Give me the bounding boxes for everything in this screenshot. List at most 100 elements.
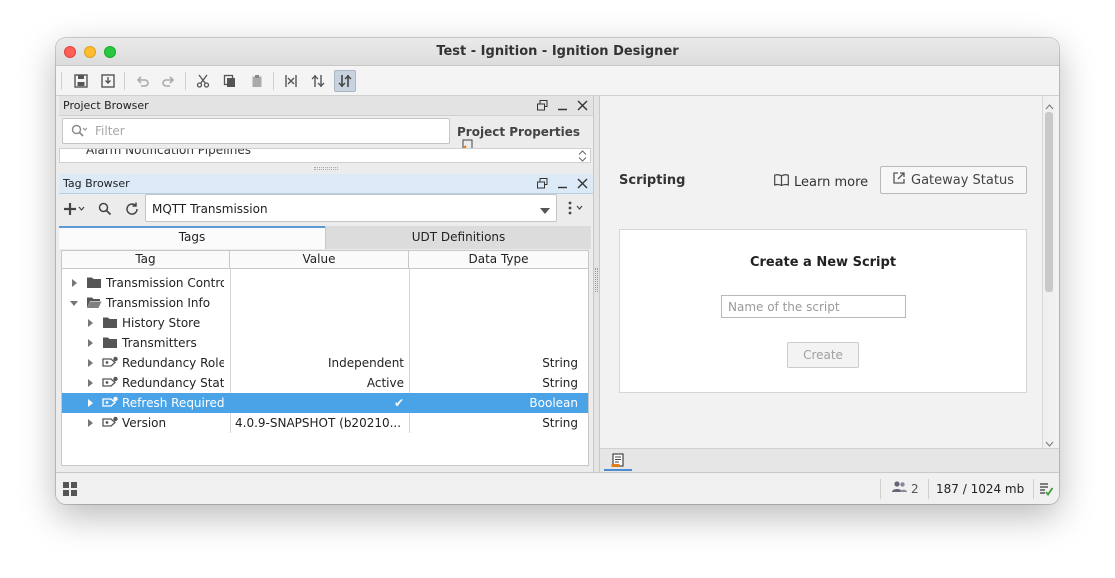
toolbar-separator bbox=[124, 72, 125, 90]
collapse-icon[interactable] bbox=[70, 301, 78, 306]
main-toolbar bbox=[56, 66, 1059, 96]
create-script-title: Create a New Script bbox=[749, 255, 897, 270]
status-separator bbox=[928, 479, 929, 499]
create-script-card: Create a New Script Name of the script C… bbox=[619, 229, 1027, 393]
paste-icon[interactable] bbox=[246, 70, 268, 92]
save-icon[interactable] bbox=[70, 70, 92, 92]
script-document-icon[interactable] bbox=[604, 451, 632, 471]
scripting-pane: Scripting Learn more Gateway Status Crea… bbox=[600, 96, 1059, 472]
pane-splitter[interactable] bbox=[593, 96, 600, 472]
tree-scroll-icon[interactable] bbox=[578, 150, 587, 162]
tag-provider-select[interactable]: MQTT Transmission bbox=[145, 194, 557, 222]
panel-splitter[interactable] bbox=[314, 167, 338, 170]
tag-value: Active bbox=[366, 376, 404, 390]
tag-value: ✔ bbox=[393, 396, 404, 410]
tab-tags[interactable]: Tags bbox=[59, 226, 325, 249]
add-tag-button[interactable] bbox=[64, 202, 86, 219]
tag-browser-title: Tag Browser bbox=[63, 177, 130, 190]
toolbar-separator bbox=[185, 72, 186, 90]
status-separator bbox=[880, 479, 881, 499]
tag-provider-value: MQTT Transmission bbox=[152, 202, 268, 216]
column-header-data-type[interactable]: Data Type bbox=[409, 251, 588, 269]
table-header: Tag Value Data Type bbox=[62, 251, 588, 269]
tag-name: Redundancy State bbox=[122, 376, 224, 390]
script-name-input[interactable]: Name of the script bbox=[721, 295, 906, 318]
filter-placeholder: Filter bbox=[95, 124, 125, 138]
table-row[interactable]: Refresh Required ✔ Boolean bbox=[62, 393, 588, 413]
expand-icon[interactable] bbox=[88, 339, 93, 347]
expand-icon[interactable] bbox=[88, 399, 93, 407]
project-browser-title: Project Browser bbox=[63, 99, 149, 112]
search-tags-icon[interactable] bbox=[98, 202, 112, 219]
expand-icon[interactable] bbox=[88, 379, 93, 387]
toolbar-separator bbox=[273, 72, 274, 90]
distribute-icon[interactable] bbox=[307, 70, 329, 92]
book-icon bbox=[774, 174, 789, 190]
project-tree-item[interactable]: Alarm Notification Pipelines bbox=[86, 149, 251, 157]
minimize-panel-icon[interactable] bbox=[555, 98, 569, 112]
redo-icon[interactable] bbox=[158, 70, 180, 92]
refresh-icon[interactable] bbox=[125, 202, 139, 219]
active-users[interactable]: 2 bbox=[892, 481, 919, 496]
tag-table: Tag Value Data Type Transmission Control… bbox=[61, 250, 589, 466]
save-all-icon[interactable] bbox=[97, 70, 119, 92]
folder-icon bbox=[102, 336, 118, 350]
learn-more-link[interactable]: Learn more bbox=[774, 174, 868, 190]
tag-data-type: String bbox=[542, 416, 578, 430]
cut-icon[interactable] bbox=[192, 70, 214, 92]
users-icon bbox=[892, 481, 907, 496]
project-filter-input[interactable]: Filter bbox=[62, 118, 450, 144]
table-row[interactable]: Transmission Control bbox=[62, 273, 588, 293]
grid-icon[interactable] bbox=[63, 482, 77, 499]
create-button[interactable]: Create bbox=[787, 342, 859, 368]
tag-name: Version bbox=[122, 416, 167, 430]
expand-icon[interactable] bbox=[88, 419, 93, 427]
scroll-up-icon[interactable] bbox=[1045, 99, 1054, 113]
table-row[interactable]: Redundancy State Active String bbox=[62, 373, 588, 393]
chevron-down-icon bbox=[540, 204, 550, 218]
column-header-tag[interactable]: Tag bbox=[62, 251, 230, 269]
tag-icon bbox=[102, 416, 118, 430]
tag-browser-header: Tag Browser bbox=[59, 174, 593, 194]
more-options-icon[interactable] bbox=[567, 201, 587, 218]
tag-value: 4.0.9-SNAPSHOT (b20210... bbox=[235, 416, 402, 430]
external-link-icon bbox=[893, 172, 905, 188]
scripting-scrollbar[interactable] bbox=[1042, 96, 1055, 448]
project-tree[interactable]: Alarm Notification Pipelines bbox=[59, 148, 591, 163]
table-row[interactable]: Transmission Info bbox=[62, 293, 588, 313]
minimize-panel-icon[interactable] bbox=[555, 176, 569, 190]
left-pane: Project Browser Filter Project Propertie… bbox=[56, 96, 593, 472]
column-header-value[interactable]: Value bbox=[230, 251, 409, 269]
copy-icon[interactable] bbox=[219, 70, 241, 92]
dock-icon[interactable] bbox=[334, 70, 356, 92]
folder-open-icon bbox=[86, 296, 102, 310]
tag-name: Transmission Control bbox=[106, 276, 224, 290]
designer-window: Test - Ignition - Ignition Designer Proj… bbox=[56, 38, 1059, 504]
table-row[interactable]: Version 4.0.9-SNAPSHOT (b20210... String bbox=[62, 413, 588, 433]
tag-name: Transmission Info bbox=[106, 296, 211, 310]
toolbar-grip bbox=[61, 72, 62, 90]
splitter-grip bbox=[595, 268, 598, 292]
project-properties-label: Project Properties bbox=[457, 125, 580, 139]
learn-more-label: Learn more bbox=[794, 174, 869, 190]
expand-icon[interactable] bbox=[72, 279, 77, 287]
table-row[interactable]: History Store bbox=[62, 313, 588, 333]
close-panel-icon[interactable] bbox=[575, 98, 589, 112]
status-bar: 2 187 / 1024 mb bbox=[56, 472, 1059, 504]
gateway-status-button[interactable]: Gateway Status bbox=[880, 166, 1027, 194]
table-row[interactable]: Transmitters bbox=[62, 333, 588, 353]
float-panel-icon[interactable] bbox=[535, 176, 549, 190]
tab-udt-definitions[interactable]: UDT Definitions bbox=[325, 226, 591, 249]
float-panel-icon[interactable] bbox=[535, 98, 549, 112]
table-row[interactable]: Redundancy Role Independent String bbox=[62, 353, 588, 373]
scroll-thumb[interactable] bbox=[1045, 112, 1053, 292]
tag-name: Refresh Required bbox=[122, 396, 224, 410]
tag-name: Redundancy Role bbox=[122, 356, 224, 370]
align-icon[interactable] bbox=[280, 70, 302, 92]
expand-icon[interactable] bbox=[88, 359, 93, 367]
close-panel-icon[interactable] bbox=[575, 176, 589, 190]
checklist-icon[interactable] bbox=[1039, 482, 1054, 499]
expand-icon[interactable] bbox=[88, 319, 93, 327]
undo-icon[interactable] bbox=[131, 70, 153, 92]
tag-data-type: String bbox=[542, 376, 578, 390]
